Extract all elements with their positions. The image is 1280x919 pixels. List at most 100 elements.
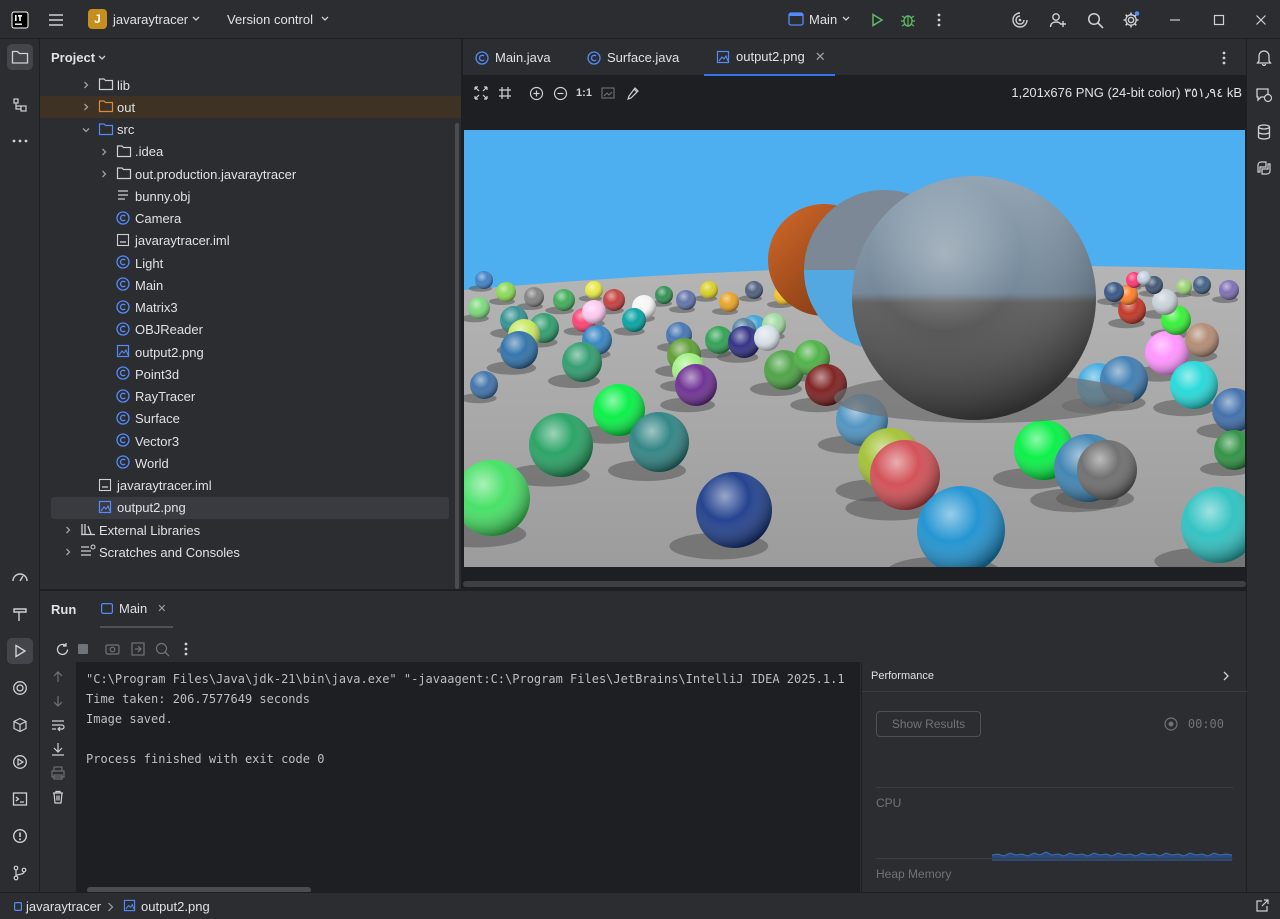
ai-chat-icon[interactable] xyxy=(1252,83,1276,107)
scroll-down-icon[interactable] xyxy=(49,692,67,710)
tree-item[interactable]: lib xyxy=(40,74,461,96)
soft-wrap-icon[interactable] xyxy=(49,716,67,734)
stop-icon[interactable] xyxy=(73,639,93,659)
tree-item[interactable]: Scratches and Consoles xyxy=(40,541,461,563)
tab-options-icon[interactable] xyxy=(1222,51,1226,65)
tree-item[interactable]: Point3d xyxy=(40,363,461,385)
ai-assistant-icon[interactable] xyxy=(1007,7,1033,33)
tree-item[interactable]: Vector3 xyxy=(40,430,461,452)
tree-item[interactable]: javaraytracer.iml xyxy=(40,230,461,252)
minimize-window-icon[interactable] xyxy=(1162,7,1188,33)
tree-item[interactable]: output2.png xyxy=(51,496,449,519)
project-selector[interactable]: javaraytracer xyxy=(113,12,188,27)
tree-item[interactable]: output2.png xyxy=(40,341,461,363)
open-in-window-icon[interactable] xyxy=(1256,899,1269,912)
screenshot-icon[interactable] xyxy=(102,639,122,659)
debug-button[interactable] xyxy=(895,7,921,33)
chevron-right-icon[interactable] xyxy=(98,146,110,158)
tree-item[interactable]: Surface xyxy=(40,408,461,430)
project-panel-title[interactable]: Project xyxy=(51,50,95,65)
tree-item[interactable]: Camera xyxy=(40,208,461,230)
breadcrumb-file[interactable]: output2.png xyxy=(141,899,210,914)
chevron-right-icon[interactable] xyxy=(1222,671,1230,681)
debug-tool-icon[interactable] xyxy=(7,749,33,775)
tree-item[interactable]: Light xyxy=(40,252,461,274)
run-config-selector[interactable]: Main xyxy=(809,12,837,27)
intellij-logo-icon[interactable] xyxy=(7,7,33,33)
git-branch-icon[interactable] xyxy=(7,860,33,886)
tree-item[interactable]: bunny.obj xyxy=(40,185,461,207)
more-tool-windows-icon[interactable] xyxy=(7,128,33,154)
console-output[interactable]: "C:\Program Files\Java\jdk-21\bin\java.e… xyxy=(76,662,860,893)
tab-main-java[interactable]: Main.java xyxy=(475,39,551,76)
structure-icon[interactable] xyxy=(7,92,33,118)
run-tab-main[interactable]: Main ✕ xyxy=(100,591,173,628)
background-toggle-icon[interactable] xyxy=(600,85,616,101)
problems-icon[interactable] xyxy=(7,823,33,849)
tree-item[interactable]: External Libraries xyxy=(40,519,461,541)
scroll-to-end-icon[interactable] xyxy=(49,740,67,758)
tree-item[interactable]: src xyxy=(40,119,461,141)
rerun-icon[interactable] xyxy=(52,639,72,659)
breadcrumb-project[interactable]: javaraytracer xyxy=(26,899,101,914)
record-icon[interactable] xyxy=(1164,717,1178,731)
image-file-icon xyxy=(98,500,114,516)
run-button[interactable] xyxy=(864,7,890,33)
project-tree-scrollbar[interactable] xyxy=(455,123,459,589)
print-icon[interactable] xyxy=(49,764,67,782)
zoom-out-icon[interactable] xyxy=(552,85,568,101)
search-icon[interactable] xyxy=(1082,7,1108,33)
services-icon[interactable] xyxy=(7,675,33,701)
tree-item[interactable]: World xyxy=(40,452,461,474)
actual-size-button[interactable]: 1:1 xyxy=(576,85,592,101)
show-results-button[interactable]: Show Results xyxy=(876,711,981,737)
chevron-down-icon[interactable] xyxy=(97,53,107,63)
tab-surface-java[interactable]: Surface.java xyxy=(587,39,679,76)
database-icon[interactable] xyxy=(1252,120,1276,144)
tree-item[interactable]: out xyxy=(40,96,461,119)
chevron-right-icon[interactable] xyxy=(62,524,74,536)
chevron-right-icon[interactable] xyxy=(80,101,92,113)
python-console-icon[interactable] xyxy=(1252,156,1276,180)
chevron-right-icon[interactable] xyxy=(98,168,110,180)
fit-zoom-icon[interactable] xyxy=(473,85,489,101)
tree-item[interactable]: out.production.javaraytracer xyxy=(40,163,461,185)
tree-item[interactable]: javaraytracer.iml xyxy=(40,475,461,497)
tree-item[interactable]: OBJReader xyxy=(40,319,461,341)
close-window-icon[interactable] xyxy=(1248,7,1274,33)
main-menu-icon[interactable] xyxy=(43,7,69,33)
run-tool-window-icon[interactable] xyxy=(7,638,33,664)
build-hammer-icon[interactable] xyxy=(7,601,33,627)
profiler-icon[interactable] xyxy=(7,564,33,590)
tab-output2-png[interactable]: output2.png ✕ xyxy=(704,39,835,76)
close-tab-icon[interactable]: ✕ xyxy=(815,49,826,65)
chevron-right-icon[interactable] xyxy=(62,546,74,558)
tree-item[interactable]: Matrix3 xyxy=(40,297,461,319)
more-actions-icon[interactable] xyxy=(926,7,952,33)
version-control-menu[interactable]: Version control xyxy=(227,12,313,27)
zoom-in-icon[interactable] xyxy=(528,85,544,101)
tree-item[interactable]: .idea xyxy=(40,141,461,163)
console-line: "C:\Program Files\Java\jdk-21\bin\java.e… xyxy=(86,672,845,686)
close-tab-icon[interactable]: ✕ xyxy=(157,602,166,615)
scroll-up-icon[interactable] xyxy=(49,668,67,686)
tree-item[interactable]: RayTracer xyxy=(40,386,461,408)
export-icon[interactable] xyxy=(128,639,148,659)
project-tool-window-icon[interactable] xyxy=(7,44,33,70)
grid-icon[interactable] xyxy=(497,85,513,101)
color-picker-icon[interactable] xyxy=(624,85,640,101)
packages-icon[interactable] xyxy=(7,712,33,738)
chevron-right-icon[interactable] xyxy=(80,79,92,91)
maximize-window-icon[interactable] xyxy=(1206,7,1232,33)
notifications-bell-icon[interactable] xyxy=(1252,45,1276,69)
clear-all-trash-icon[interactable] xyxy=(49,788,67,806)
coverage-icon[interactable] xyxy=(152,639,172,659)
terminal-icon[interactable] xyxy=(7,786,33,812)
image-horizontal-scrollbar[interactable] xyxy=(463,581,1246,587)
add-user-icon[interactable] xyxy=(1045,7,1071,33)
tree-item[interactable]: Main xyxy=(40,274,461,296)
more-actions-icon[interactable] xyxy=(176,639,196,659)
settings-gear-icon[interactable] xyxy=(1118,7,1144,33)
chevron-down-icon xyxy=(191,14,201,24)
chevron-down-icon[interactable] xyxy=(80,124,92,136)
